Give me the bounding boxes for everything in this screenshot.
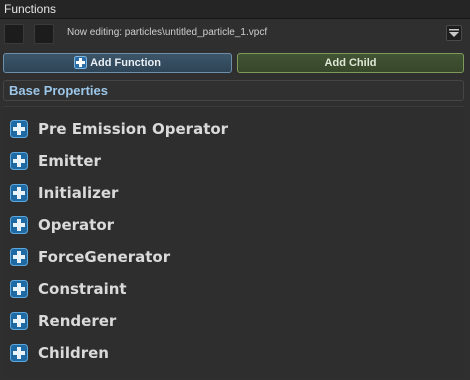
toolbar-button-2[interactable] — [34, 24, 54, 44]
now-editing-label: Now editing: particles\untitled_particle… — [67, 27, 268, 38]
category-force-generator[interactable]: ForceGenerator — [3, 245, 464, 271]
plus-icon[interactable] — [10, 184, 28, 202]
add-child-label: Add Child — [324, 57, 377, 69]
category-renderer[interactable]: Renderer — [3, 309, 464, 335]
plus-icon[interactable] — [10, 120, 28, 138]
plus-icon[interactable] — [10, 152, 28, 170]
category-label: Constraint — [38, 280, 127, 298]
chevron-down-icon — [449, 29, 459, 37]
toolbar-button-1[interactable] — [4, 24, 24, 44]
category-label: Renderer — [38, 312, 117, 330]
panel-titlebar: Functions — [0, 0, 470, 19]
category-label: Initializer — [38, 184, 119, 202]
function-category-list: Pre Emission Operator Emitter Initialize… — [3, 106, 464, 378]
category-initializer[interactable]: Initializer — [3, 181, 464, 207]
base-properties-title: Base Properties — [9, 83, 108, 98]
plus-icon[interactable] — [10, 248, 28, 266]
category-pre-emission-operator[interactable]: Pre Emission Operator — [3, 117, 464, 143]
plus-icon[interactable] — [10, 280, 28, 298]
category-emitter[interactable]: Emitter — [3, 149, 464, 175]
add-function-button[interactable]: Add Function — [3, 53, 232, 73]
panel-title: Functions — [4, 2, 57, 16]
functions-panel: Now editing: particles\untitled_particle… — [0, 19, 470, 380]
file-dropdown-button[interactable] — [446, 25, 462, 41]
add-function-label: Add Function — [90, 57, 161, 69]
category-label: Emitter — [38, 152, 101, 170]
add-child-button[interactable]: Add Child — [237, 53, 464, 73]
category-constraint[interactable]: Constraint — [3, 277, 464, 303]
category-label: Pre Emission Operator — [38, 120, 229, 138]
editing-toolbar: Now editing: particles\untitled_particle… — [0, 19, 470, 50]
plus-icon[interactable] — [10, 344, 28, 362]
category-operator[interactable]: Operator — [3, 213, 464, 239]
plus-icon — [74, 56, 88, 69]
category-children[interactable]: Children — [3, 341, 464, 367]
plus-icon[interactable] — [10, 216, 28, 234]
base-properties-header[interactable]: Base Properties — [3, 80, 464, 101]
category-label: Operator — [38, 216, 115, 234]
plus-icon[interactable] — [10, 312, 28, 330]
category-label: Children — [38, 344, 109, 362]
category-label: ForceGenerator — [38, 248, 171, 266]
